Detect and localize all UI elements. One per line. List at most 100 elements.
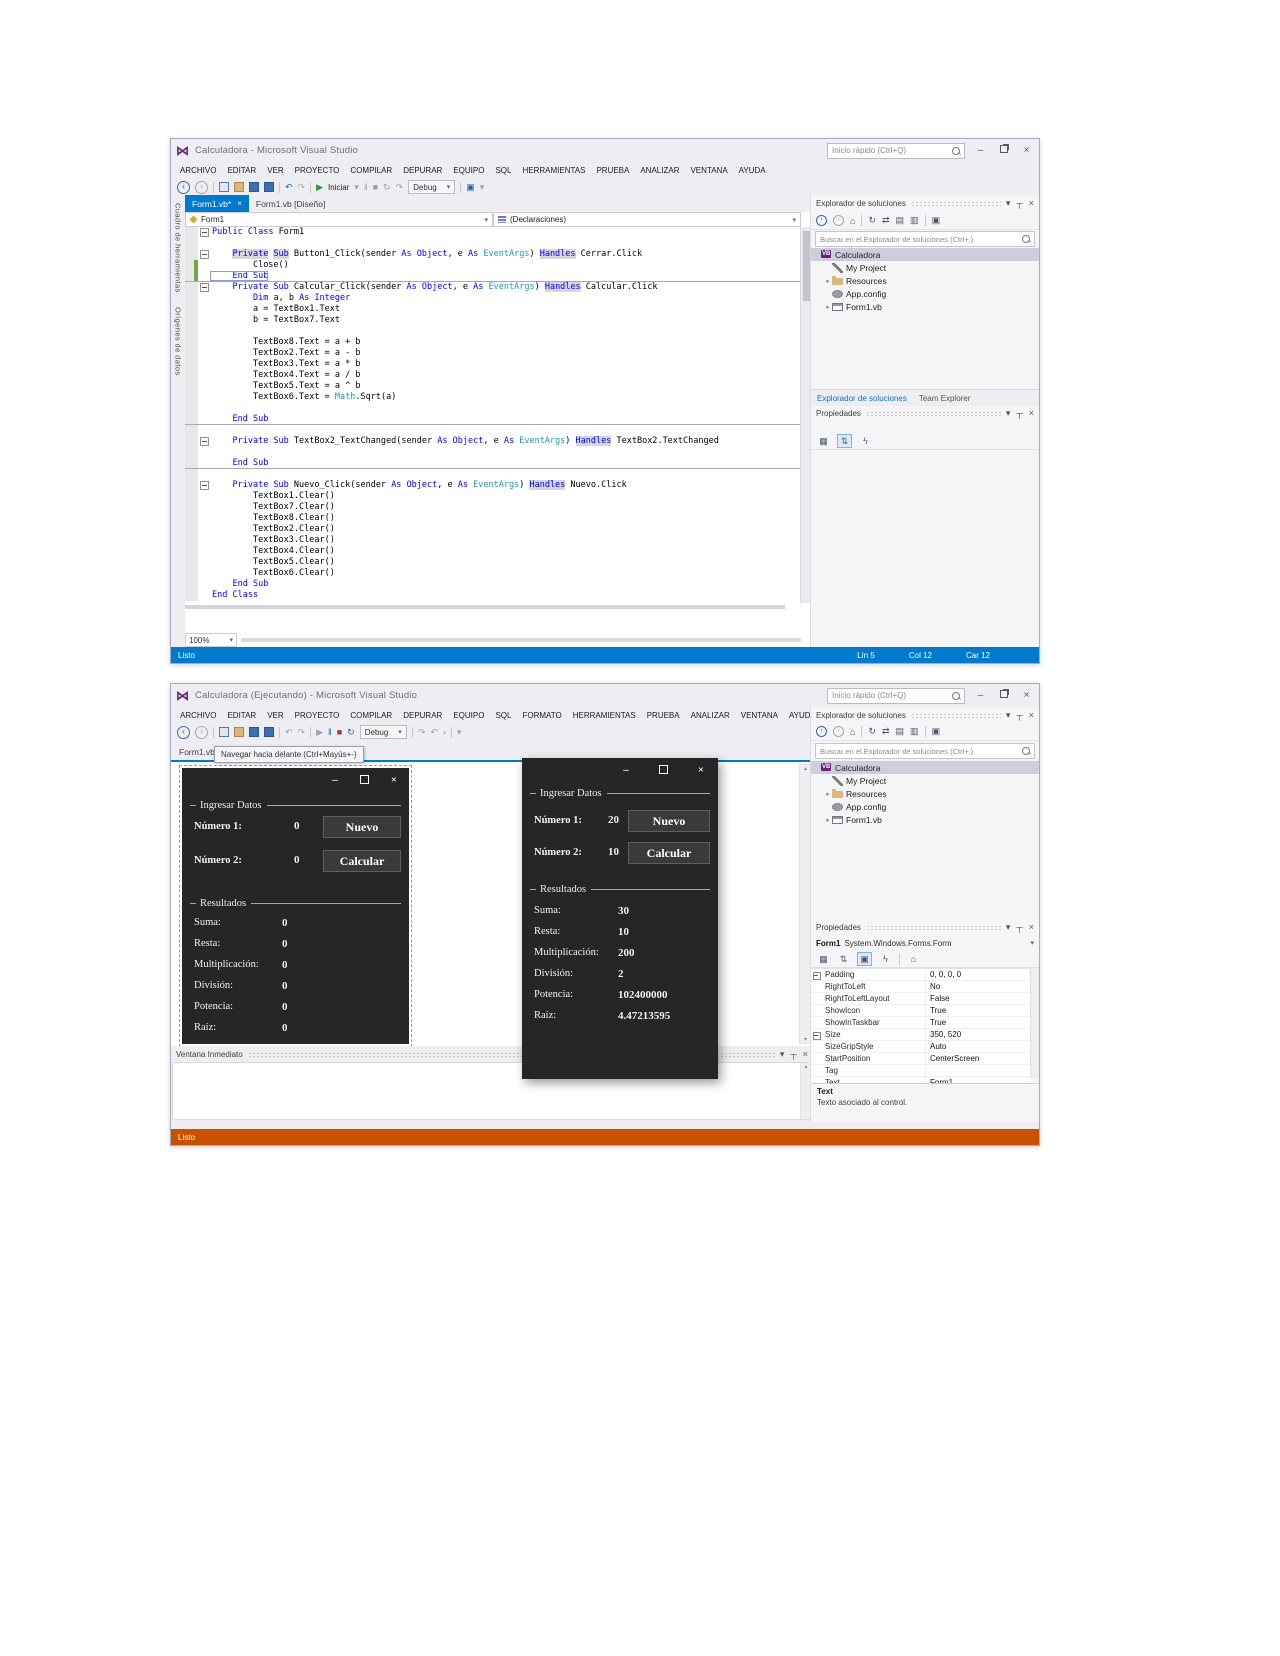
outlining-margin[interactable]	[198, 260, 210, 271]
outlining-margin[interactable]	[198, 502, 210, 513]
code-text[interactable]: TextBox5.Text = a ^ b	[210, 381, 361, 392]
code-text[interactable]	[210, 425, 212, 436]
code-line[interactable]: TextBox2.Clear()	[185, 524, 801, 535]
menu-item[interactable]: EQUIPO	[453, 166, 484, 175]
code-text[interactable]: End Class	[210, 590, 258, 601]
property-row[interactable]: ShowInTaskbar True	[811, 1017, 1031, 1029]
outlining-margin[interactable]	[198, 238, 210, 249]
tree-item[interactable]: My Project	[811, 774, 1039, 787]
zoom-level-dropdown[interactable]: 100% ▾	[185, 633, 237, 647]
tree-item[interactable]: Calculadora	[811, 761, 1039, 774]
code-line[interactable]: TextBox6.Text = Math.Sqrt(a)	[185, 392, 801, 403]
chevron-down-icon[interactable]: ▾	[1006, 408, 1011, 419]
code-line[interactable]: Private Sub Calcular_Click(sender As Obj…	[185, 282, 801, 293]
expander-icon[interactable]: ▸	[824, 816, 832, 824]
calculator-form-running[interactable]: – × Ingresar Datos Número 1: 20 Nuevo Nú…	[522, 758, 718, 1079]
property-row[interactable]: Tag	[811, 1065, 1031, 1077]
breakpoint-margin[interactable]	[185, 304, 198, 315]
breakpoint-margin[interactable]	[185, 403, 198, 414]
breakpoint-margin[interactable]	[185, 326, 198, 337]
menu-item[interactable]: ANALIZAR	[640, 166, 679, 175]
menu-item[interactable]: COMPILAR	[350, 166, 392, 175]
code-text[interactable]: Private Sub Calcular_Click(sender As Obj…	[210, 282, 657, 293]
calcular-button[interactable]: Calcular	[628, 842, 710, 864]
sync-icon[interactable]: ⇄	[882, 726, 890, 737]
nuevo-button[interactable]: Nuevo	[628, 810, 710, 832]
toolbar-overflow-icon[interactable]: ▾	[480, 182, 485, 193]
close-panel-icon[interactable]: ×	[1029, 710, 1034, 721]
open-file-icon[interactable]	[234, 727, 244, 737]
code-line[interactable]: TextBox8.Clear()	[185, 513, 801, 524]
code-text[interactable]: TextBox1.Clear()	[210, 491, 335, 502]
calculator-form-design[interactable]: – × Ingresar Datos Número 1: 0 Nuevo Núm…	[179, 765, 412, 1047]
save-all-icon[interactable]	[264, 182, 274, 192]
show-all-files-icon[interactable]: ▥	[910, 726, 919, 737]
code-text[interactable]: TextBox5.Clear()	[210, 557, 335, 568]
outlining-margin[interactable]	[198, 491, 210, 502]
code-line[interactable]: TextBox5.Text = a ^ b	[185, 381, 801, 392]
restore-button[interactable]	[996, 144, 1011, 158]
outlining-margin[interactable]	[198, 381, 210, 392]
sync-icon[interactable]: ⇄	[882, 215, 890, 226]
step-into-icon[interactable]: ↷	[418, 727, 426, 738]
outlining-margin[interactable]	[198, 271, 210, 281]
tab-form1-vb-code[interactable]: Form1.vb* ×	[185, 195, 249, 212]
outlining-margin[interactable]	[198, 458, 210, 468]
code-text[interactable]: TextBox2.Clear()	[210, 524, 335, 535]
navigate-forward-icon[interactable]: ›	[195, 180, 208, 194]
code-line[interactable]: Private Sub Nuevo_Click(sender As Object…	[185, 480, 801, 491]
property-value[interactable]: No	[926, 982, 1031, 991]
tree-item[interactable]: Calculadora	[811, 248, 1039, 261]
outlining-margin[interactable]	[198, 370, 210, 381]
code-line[interactable]: Close()	[185, 260, 801, 271]
code-text[interactable]: Private Sub Nuevo_Click(sender As Object…	[210, 480, 627, 491]
breakpoint-margin[interactable]	[185, 315, 198, 326]
form-minimize-icon[interactable]: –	[623, 765, 629, 776]
code-text[interactable]: End Sub	[210, 271, 269, 281]
property-row[interactable]: ShowIcon True	[811, 1005, 1031, 1017]
outlining-margin[interactable]	[198, 469, 210, 480]
menu-item[interactable]: VER	[267, 166, 283, 175]
outlining-margin[interactable]	[198, 403, 210, 414]
breakpoint-margin[interactable]	[185, 392, 198, 403]
chevron-down-icon[interactable]: ▾	[780, 1049, 785, 1060]
menu-item[interactable]: ARCHIVO	[180, 711, 216, 720]
breakpoint-margin[interactable]	[185, 293, 198, 304]
outlining-margin[interactable]	[198, 326, 210, 337]
menu-item[interactable]: DEPURAR	[403, 166, 442, 175]
menu-item[interactable]: EDITAR	[227, 711, 256, 720]
numero1-textbox[interactable]: 20	[608, 814, 619, 826]
breakpoint-margin[interactable]	[185, 535, 198, 546]
show-all-files-icon[interactable]: ▥	[910, 215, 919, 226]
pin-icon[interactable]: ┬	[1016, 198, 1022, 209]
code-line[interactable]	[185, 238, 801, 249]
tree-item[interactable]: ▸ Form1.vb	[811, 300, 1039, 313]
outlining-margin[interactable]	[198, 480, 210, 491]
collapse-all-icon[interactable]: ▤	[896, 726, 905, 737]
code-text[interactable]	[210, 238, 212, 249]
outlining-margin[interactable]	[198, 425, 210, 436]
code-text[interactable]: b = TextBox7.Text	[210, 315, 340, 326]
code-text[interactable]	[210, 469, 212, 480]
code-text[interactable]: TextBox6.Text = Math.Sqrt(a)	[210, 392, 396, 403]
code-line[interactable]: TextBox3.Text = a * b	[185, 359, 801, 370]
code-text[interactable]: Dim a, b As Integer	[210, 293, 350, 304]
properties-scrollbar[interactable]	[1030, 968, 1039, 1078]
collapse-region-icon[interactable]	[200, 481, 209, 490]
property-row[interactable]: RightToLeft No	[811, 981, 1031, 993]
code-text[interactable]: End Sub	[210, 458, 268, 468]
close-panel-icon[interactable]: ×	[1029, 922, 1034, 933]
property-row[interactable]: StartPosition CenterScreen	[811, 1053, 1031, 1065]
back-icon[interactable]: ‹	[816, 215, 827, 226]
properties-header[interactable]: Propiedades ▾ ┬ ×	[811, 405, 1039, 421]
restore-button[interactable]	[996, 689, 1011, 703]
menu-item[interactable]: SQL	[495, 711, 511, 720]
code-text[interactable]: End Sub	[210, 414, 268, 424]
tab-form1-vb-design[interactable]: Form1.vb [Diseño]	[249, 195, 332, 212]
breakpoint-margin[interactable]	[185, 590, 198, 601]
new-file-icon[interactable]	[219, 182, 229, 192]
events-icon[interactable]: ϟ	[859, 435, 872, 447]
solution-explorer-header[interactable]: Explorador de soluciones ▾ ┬ ×	[811, 195, 1039, 211]
outlining-margin[interactable]	[198, 293, 210, 304]
navigate-back-icon[interactable]: ‹	[177, 180, 190, 194]
